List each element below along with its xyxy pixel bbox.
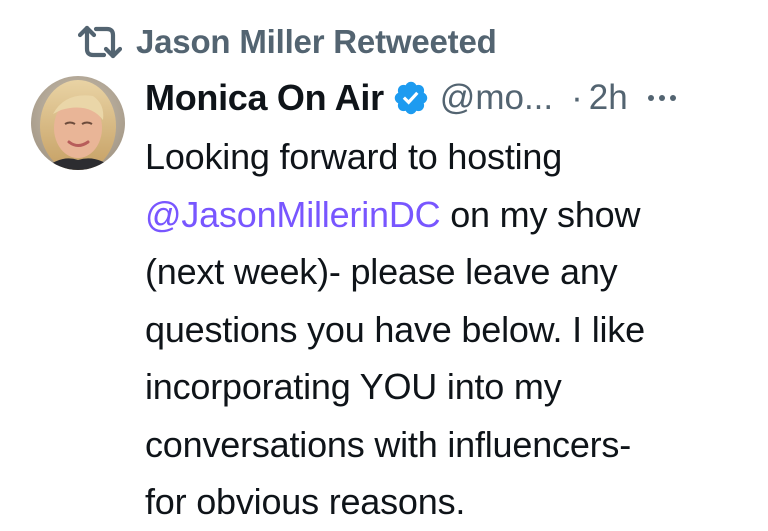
more-options-icon[interactable] bbox=[646, 92, 678, 104]
tweet-text-line: @JasonMillerinDC on my show bbox=[145, 193, 641, 235]
retweet-icon bbox=[78, 22, 128, 62]
separator-dot: · bbox=[571, 78, 583, 117]
author-display-name[interactable]: Monica On Air bbox=[145, 77, 384, 119]
tweet-text-line: conversations with influencers- bbox=[145, 423, 632, 465]
verified-badge-icon[interactable] bbox=[392, 79, 430, 117]
tweet-text-line: Looking forward to hosting bbox=[145, 136, 563, 177]
tweet-text-line: questions you have below. I like bbox=[145, 308, 645, 350]
tweet-timestamp[interactable]: 2h bbox=[589, 78, 628, 118]
tweet-text-line: incorporating YOU into my bbox=[145, 366, 562, 407]
social-context[interactable]: Jason Miller Retweeted bbox=[78, 20, 497, 64]
tweet-text-line: for obvious reasons. bbox=[145, 481, 466, 522]
tweet-text: Looking forward to hosting @JasonMilleri… bbox=[145, 128, 755, 531]
tweet-text-line: (next week)- please leave any bbox=[145, 251, 618, 292]
tweet-header: Monica On Air @mo... · 2h bbox=[145, 74, 678, 122]
author-handle[interactable]: @mo... bbox=[440, 78, 553, 118]
retweeted-by-label: Jason Miller Retweeted bbox=[136, 23, 497, 60]
mention-link[interactable]: @JasonMillerinDC bbox=[145, 194, 441, 235]
avatar[interactable] bbox=[31, 76, 125, 170]
